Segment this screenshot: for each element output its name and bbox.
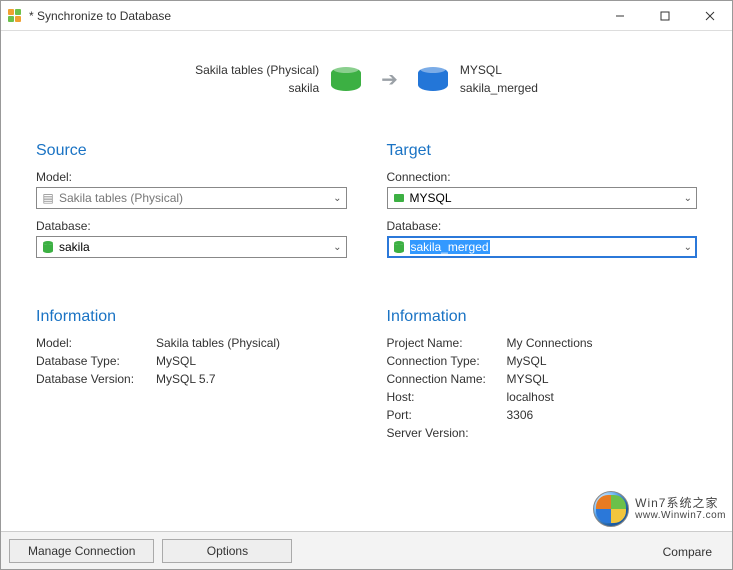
watermark: Win7系统之家 www.Winwin7.com xyxy=(593,491,726,527)
titlebar: * Synchronize to Database xyxy=(1,1,732,31)
chevron-down-icon: ⌄ xyxy=(684,242,692,253)
close-button[interactable] xyxy=(687,1,732,31)
diagram-target-name: MYSQL xyxy=(460,61,538,79)
chevron-down-icon: ⌄ xyxy=(684,193,692,204)
chevron-down-icon: ⌄ xyxy=(333,242,341,253)
target-database-select[interactable]: sakila_merged ⌄ xyxy=(387,236,698,258)
info-val: Sakila tables (Physical) xyxy=(156,336,347,350)
info-key: Server Version: xyxy=(387,426,507,440)
database-icon xyxy=(331,64,361,94)
info-val: MySQL xyxy=(507,354,698,368)
info-val: localhost xyxy=(507,390,698,404)
info-val: 3306 xyxy=(507,408,698,422)
info-val: My Connections xyxy=(507,336,698,350)
model-label: Model: xyxy=(36,170,347,184)
source-database-select[interactable]: sakila ⌄ xyxy=(36,236,347,258)
info-val xyxy=(507,426,698,440)
arrow-right-icon: ➔ xyxy=(381,67,398,92)
info-val: MYSQL xyxy=(507,372,698,386)
model-select[interactable]: ▤ Sakila tables (Physical) ⌄ xyxy=(36,187,347,209)
source-info-title: Information xyxy=(36,308,347,326)
chevron-down-icon: ⌄ xyxy=(333,193,341,204)
info-key: Database Version: xyxy=(36,372,156,386)
target-title: Target xyxy=(387,142,698,160)
windows-orb-icon xyxy=(593,491,629,527)
sync-diagram: Sakila tables (Physical) sakila ➔ MYSQL … xyxy=(36,61,697,97)
database-icon xyxy=(41,240,55,254)
info-val: MySQL xyxy=(156,354,347,368)
target-database-label: Database: xyxy=(387,219,698,233)
database-icon xyxy=(418,64,448,94)
info-key: Model: xyxy=(36,336,156,350)
database-icon xyxy=(392,240,406,254)
document-icon: ▤ xyxy=(41,191,55,205)
source-database-label: Database: xyxy=(36,219,347,233)
diagram-source-db: sakila xyxy=(195,79,319,97)
maximize-button[interactable] xyxy=(642,1,687,31)
info-key: Host: xyxy=(387,390,507,404)
target-info-title: Information xyxy=(387,308,698,326)
connection-select[interactable]: MYSQL ⌄ xyxy=(387,187,698,209)
diagram-target-db: sakila_merged xyxy=(460,79,538,97)
info-val: MySQL 5.7 xyxy=(156,372,347,386)
compare-button[interactable]: Compare xyxy=(663,545,712,559)
connection-icon xyxy=(392,191,406,205)
minimize-button[interactable] xyxy=(597,1,642,31)
app-icon xyxy=(7,8,23,24)
info-key: Connection Name: xyxy=(387,372,507,386)
info-key: Database Type: xyxy=(36,354,156,368)
diagram-source-name: Sakila tables (Physical) xyxy=(195,61,319,79)
info-key: Project Name: xyxy=(387,336,507,350)
source-title: Source xyxy=(36,142,347,160)
info-key: Port: xyxy=(387,408,507,422)
manage-connection-button[interactable]: Manage Connection xyxy=(9,539,154,563)
footer: Manage Connection Options Compare xyxy=(1,531,732,569)
options-button[interactable]: Options xyxy=(162,539,292,563)
window-title: * Synchronize to Database xyxy=(29,9,171,23)
source-pane: Source Model: ▤ Sakila tables (Physical)… xyxy=(36,142,347,440)
connection-label: Connection: xyxy=(387,170,698,184)
target-pane: Target Connection: MYSQL ⌄ Database: sak… xyxy=(387,142,698,440)
info-key: Connection Type: xyxy=(387,354,507,368)
